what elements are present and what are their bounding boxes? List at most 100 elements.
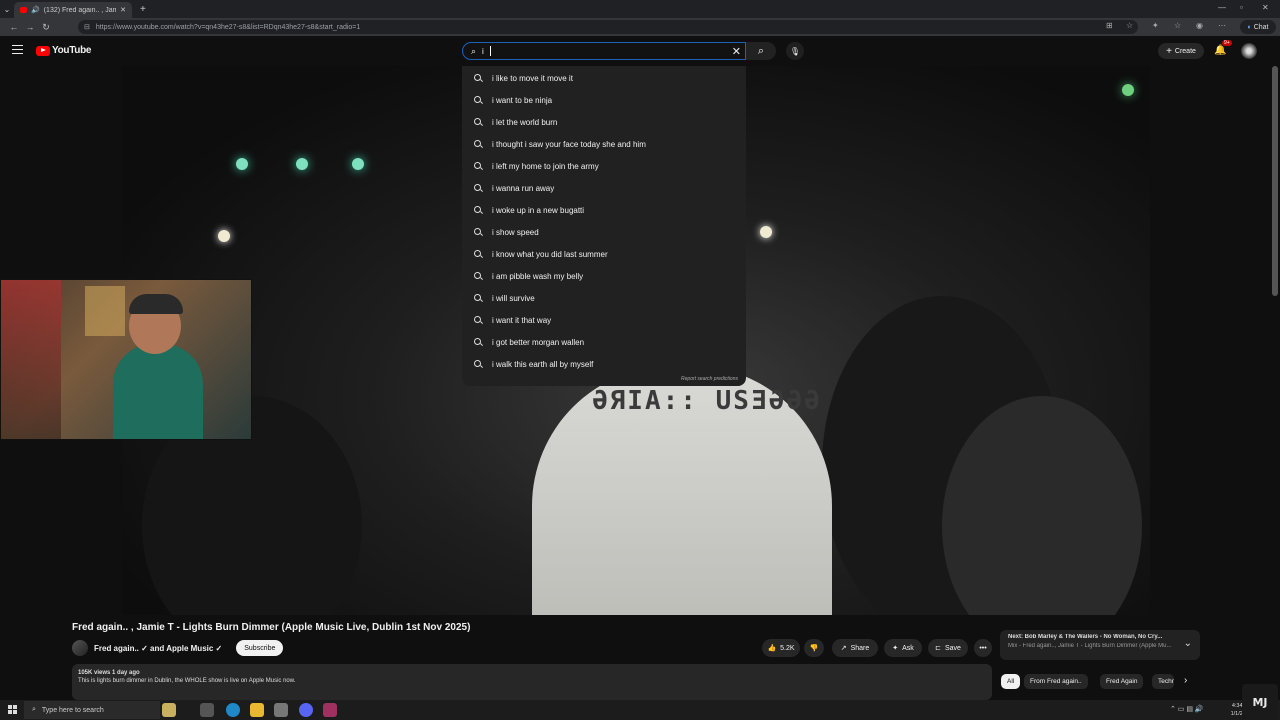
description-text: This is lights burn dimmer in Dublin, th…	[78, 678, 296, 684]
voice-search-button[interactable]: 🎙	[786, 42, 804, 60]
chip-all[interactable]: All	[1001, 674, 1021, 689]
youtube-play-icon	[36, 45, 50, 56]
search-icon	[474, 338, 482, 346]
scrollbar[interactable]	[1272, 66, 1278, 296]
share-button[interactable]: ↗ Share	[832, 639, 878, 657]
search-icon	[474, 206, 482, 214]
copilot-chat-button[interactable]: ◐ Chat	[1240, 20, 1276, 34]
microphone-icon: 🎙	[789, 46, 801, 56]
suggestion-item[interactable]: i will survive	[462, 287, 746, 309]
suggestion-text: i like to move it move it	[492, 73, 573, 83]
more-actions-button[interactable]: •••	[974, 639, 992, 657]
system-tray-icons[interactable]: ⌃ ▭ ▤ 🔊	[1170, 705, 1204, 713]
maximize-icon[interactable]: ▫	[1240, 3, 1243, 12]
suggestion-item[interactable]: i got better morgan wallen	[462, 331, 746, 353]
suggestion-item[interactable]: i want to be ninja	[462, 89, 746, 111]
notification-badge: 9+	[1222, 40, 1232, 46]
suggestion-item[interactable]: i know what you did last summer	[462, 243, 746, 265]
file-explorer-icon[interactable]	[250, 703, 264, 717]
minimize-icon[interactable]: —	[1218, 3, 1226, 12]
browser-tab-active[interactable]: 🔊 (132) Fred again.. , Jamie T ✕	[14, 2, 132, 18]
suggestion-text: i woke up in a new bugatti	[492, 205, 585, 215]
hamburger-menu-icon[interactable]	[12, 45, 23, 54]
suggestion-text: i know what you did last summer	[492, 249, 608, 259]
chip-from-channel[interactable]: From Fred again..	[1024, 674, 1088, 689]
share-icon: ↗	[840, 645, 847, 652]
taskbar-search-input[interactable]: ⌕ Type here to search	[24, 701, 160, 719]
favorites-bar-icon[interactable]: ☆	[1174, 21, 1181, 30]
thumbs-down-icon: 👎	[809, 645, 819, 652]
windows-start-icon[interactable]	[8, 705, 17, 714]
audio-icon[interactable]: 🔊	[31, 6, 40, 14]
description-box[interactable]: 105K views 1 day ago This is lights burn…	[72, 664, 992, 700]
search-icon	[474, 294, 482, 302]
search-icon	[474, 118, 482, 126]
youtube-logo[interactable]: YouTube	[36, 45, 92, 56]
search-input[interactable]: ⌕ i ✕	[462, 42, 746, 60]
refresh-icon[interactable]: ↻	[38, 22, 54, 33]
search-icon	[474, 316, 482, 324]
clear-search-icon[interactable]: ✕	[732, 45, 741, 58]
subscribe-button[interactable]: Subscribe	[236, 640, 284, 656]
copilot-icon: ◐	[1247, 23, 1252, 31]
site-info-icon[interactable]: ⊟	[84, 23, 90, 31]
avatar[interactable]	[72, 640, 88, 656]
new-tab-icon[interactable]: +	[140, 4, 146, 15]
suggestion-text: i thought i saw your face today she and …	[492, 139, 646, 149]
tab-list-icon[interactable]: ⌄	[0, 5, 14, 14]
ask-button[interactable]: ✦ Ask	[884, 639, 922, 657]
edge-icon[interactable]	[226, 703, 240, 717]
suggestion-item[interactable]: i walk this earth all by myself	[462, 353, 746, 375]
notifications-bell-icon[interactable]: 🔔	[1214, 45, 1226, 56]
favorite-icon[interactable]: ☆	[1126, 21, 1133, 30]
url-field[interactable]: ⊟ https://www.youtube.com/watch?v=qn43he…	[78, 20, 1138, 34]
suggestion-item[interactable]: i want it that way	[462, 309, 746, 331]
chip-fred-again[interactable]: Fred Again	[1100, 674, 1144, 689]
next-up-panel[interactable]: Next: Bob Marley & The Wailers - No Woma…	[1000, 630, 1200, 660]
plus-icon: +	[1166, 45, 1172, 57]
dislike-button[interactable]: 👎	[804, 639, 824, 657]
suggestion-text: i walk this earth all by myself	[492, 359, 594, 369]
suggestion-item[interactable]: i left my home to join the army	[462, 155, 746, 177]
suggestion-item[interactable]: i am pibble wash my belly	[462, 265, 746, 287]
stage-light	[296, 158, 308, 170]
search-button[interactable]: ⌕	[746, 42, 776, 60]
store-icon[interactable]	[274, 703, 288, 717]
save-button[interactable]: ⊏ Save	[928, 639, 968, 657]
more-options-icon[interactable]: ⋯	[1218, 21, 1226, 30]
discord-icon[interactable]	[299, 703, 313, 717]
share-label: Share	[850, 644, 870, 652]
chevron-right-icon[interactable]: ›	[1184, 675, 1187, 686]
suggestion-item[interactable]: i wanna run away	[462, 177, 746, 199]
close-window-icon[interactable]: ✕	[1262, 3, 1269, 12]
channel-name[interactable]: Fred again.. ✓ and Apple Music ✓	[94, 644, 222, 653]
suggestion-item[interactable]: i woke up in a new bugatti	[462, 199, 746, 221]
forward-icon[interactable]: →	[22, 22, 38, 32]
stage-light	[236, 158, 248, 170]
suggestion-text: i want it that way	[492, 315, 552, 325]
app-install-icon[interactable]: ⊞	[1106, 21, 1113, 30]
task-view-icon[interactable]	[200, 703, 214, 717]
back-icon[interactable]: ←	[6, 22, 22, 32]
suggestion-item[interactable]: i like to move it move it	[462, 67, 746, 89]
chip-techno[interactable]: Techno	[1152, 674, 1174, 689]
next-up-subtitle: Mix - Fred again.., Jamie T - Lights Bur…	[1008, 643, 1172, 649]
obs-app-icon[interactable]	[323, 703, 337, 717]
suggestion-item[interactable]: i show speed	[462, 221, 746, 243]
suggestion-item[interactable]: i thought i saw your face today she and …	[462, 133, 746, 155]
more-icon: •••	[979, 644, 987, 652]
create-button[interactable]: + Create	[1158, 43, 1204, 59]
widget-icon[interactable]	[162, 703, 176, 717]
chevron-down-icon[interactable]: ⌄	[1184, 638, 1192, 649]
profile-icon[interactable]: ◉	[1196, 21, 1203, 30]
extensions-icon[interactable]: ✦	[1152, 21, 1159, 30]
channel-row: Fred again.. ✓ and Apple Music ✓ Subscri…	[72, 640, 284, 656]
report-predictions-link[interactable]: Report search predictions	[681, 376, 738, 382]
close-tab-icon[interactable]: ✕	[120, 6, 126, 14]
like-button[interactable]: 👍 5.2K	[762, 639, 800, 657]
suggestion-text: i wanna run away	[492, 183, 555, 193]
suggestion-item[interactable]: i let the world burn	[462, 111, 746, 133]
search-suggestions-dropdown: i like to move it move it i want to be n…	[462, 66, 746, 386]
taskbar: ⌕ Type here to search ⌃ ▭ ▤ 🔊 4:34 AM 1/…	[0, 700, 1280, 720]
avatar[interactable]	[1241, 43, 1257, 59]
